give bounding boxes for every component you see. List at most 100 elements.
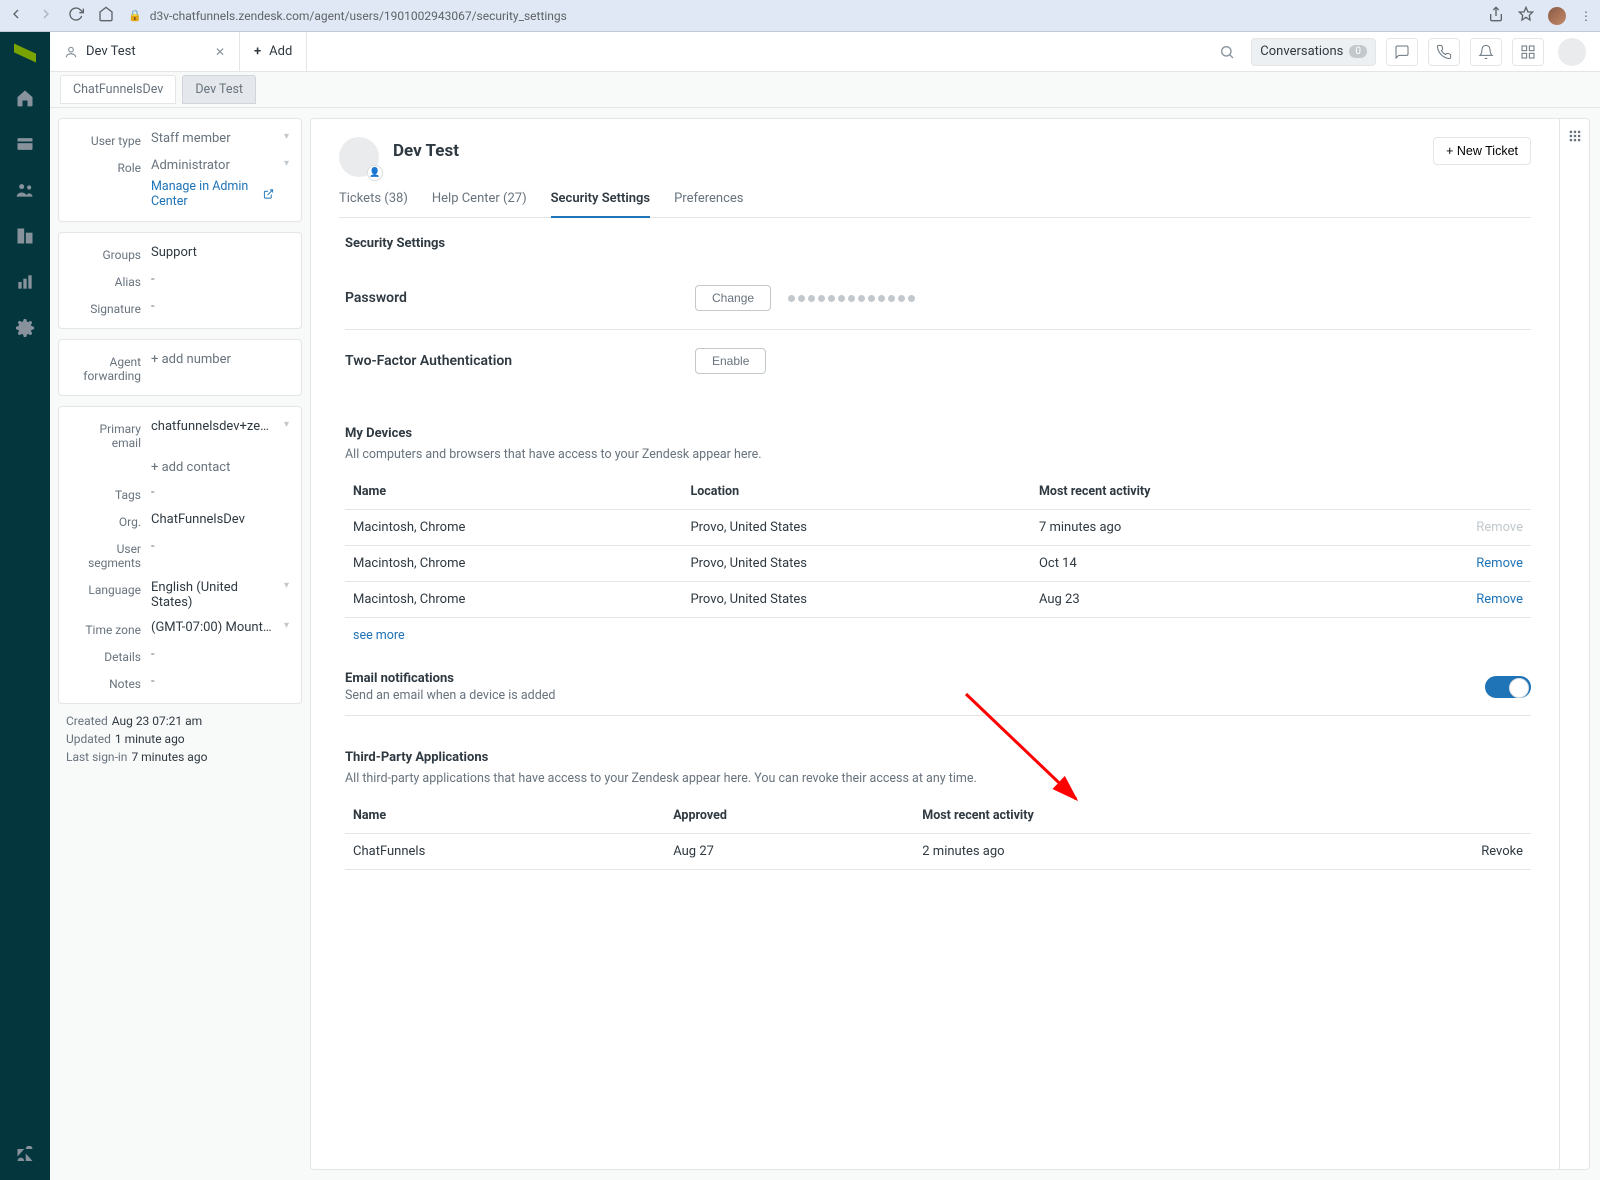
conversations-button[interactable]: Conversations 0	[1251, 38, 1376, 66]
email-notif-toggle[interactable]	[1485, 676, 1531, 698]
user-segments-label: User segments	[71, 539, 141, 570]
notes-label: Notes	[71, 674, 141, 691]
apps-col-approved: Approved	[665, 798, 914, 834]
home-nav-icon[interactable]	[13, 86, 37, 110]
zendesk-logo-icon[interactable]	[14, 40, 36, 65]
user-meta: CreatedAug 23 07:21 am Updated1 minute a…	[58, 714, 302, 768]
org-value[interactable]: ChatFunnelsDev	[151, 512, 289, 527]
share-icon[interactable]	[1488, 6, 1504, 25]
app-revoke-link[interactable]: Revoke	[1481, 844, 1523, 859]
orgs-nav-icon[interactable]	[13, 224, 37, 248]
signature-value[interactable]: -	[151, 299, 289, 314]
details-value[interactable]: -	[151, 647, 289, 662]
conversations-count: 0	[1349, 45, 1367, 58]
details-label: Details	[71, 647, 141, 664]
reports-nav-icon[interactable]	[13, 270, 37, 294]
lock-icon: 🔒	[128, 9, 142, 22]
reload-icon[interactable]	[68, 6, 84, 25]
app-approved: Aug 27	[665, 834, 914, 870]
tags-value[interactable]: -	[151, 485, 289, 500]
apps-grid-icon[interactable]	[1568, 129, 1582, 1169]
apps-col-action	[1339, 798, 1531, 834]
search-icon[interactable]	[1219, 44, 1235, 60]
devices-col-location: Location	[682, 474, 1031, 510]
app-name: ChatFunnels	[345, 834, 665, 870]
language-select[interactable]: English (United States)	[151, 580, 274, 610]
signature-label: Signature	[71, 299, 141, 316]
more-icon[interactable]: ⋮	[1580, 9, 1592, 23]
user-details-panel: User typeStaff member▾ RoleAdministrator…	[50, 108, 310, 1180]
workspace-tab-user-label: Dev Test	[86, 44, 136, 59]
chat-button[interactable]	[1386, 38, 1418, 66]
chevron-down-icon: ▾	[284, 620, 289, 631]
password-label: Password	[345, 290, 695, 306]
devices-table: Name Location Most recent activity Macin…	[345, 474, 1531, 618]
settings-nav-icon[interactable]	[13, 316, 37, 340]
close-tab-icon[interactable]: ✕	[215, 45, 225, 59]
workspace-tab-add[interactable]: + Add	[240, 32, 307, 71]
user-badge-icon: 👤	[367, 165, 383, 181]
enable-tfa-button[interactable]: Enable	[695, 348, 766, 374]
star-icon[interactable]	[1518, 6, 1534, 25]
apps-button[interactable]	[1512, 38, 1544, 66]
change-password-button[interactable]: Change	[695, 285, 771, 311]
agent-fwd-label: Agent forwarding	[71, 352, 141, 383]
apps-col-name: Name	[345, 798, 665, 834]
breadcrumb-user[interactable]: Dev Test	[182, 75, 256, 104]
forward-icon[interactable]	[38, 6, 54, 25]
devices-col-action	[1366, 474, 1531, 510]
tags-label: Tags	[71, 485, 141, 502]
add-contact-button[interactable]: + add contact	[151, 460, 289, 475]
app-activity: 2 minutes ago	[914, 834, 1338, 870]
alias-value[interactable]: -	[151, 272, 289, 287]
devices-title: My Devices	[345, 426, 1531, 441]
conversations-label: Conversations	[1260, 44, 1343, 59]
manage-admin-link[interactable]: Manage in Admin Center	[151, 179, 274, 209]
tab-preferences[interactable]: Preferences	[674, 191, 743, 217]
home-icon[interactable]	[98, 6, 114, 25]
browser-chrome: 🔒 d3v-chatfunnels.zendesk.com/agent/user…	[0, 0, 1600, 32]
user-segments-value[interactable]: -	[151, 539, 289, 554]
address-bar-url[interactable]: d3v-chatfunnels.zendesk.com/agent/users/…	[150, 9, 567, 23]
breadcrumb-org[interactable]: ChatFunnelsDev	[60, 75, 176, 104]
device-remove-link[interactable]: Remove	[1476, 556, 1523, 571]
tab-security-settings[interactable]: Security Settings	[551, 191, 650, 218]
tab-tickets[interactable]: Tickets (38)	[339, 191, 408, 217]
workspace-tab-user[interactable]: Dev Test ✕	[50, 32, 240, 71]
top-workspace-tabs: Dev Test ✕ + Add Conversations 0	[50, 32, 1600, 72]
role-select[interactable]: AdministratorManage in Admin Center	[151, 158, 274, 209]
phone-button[interactable]	[1428, 38, 1460, 66]
device-activity: Oct 14	[1031, 546, 1366, 582]
inbox-nav-icon[interactable]	[13, 132, 37, 156]
customers-nav-icon[interactable]	[13, 178, 37, 202]
devices-desc: All computers and browsers that have acc…	[345, 447, 1531, 462]
alias-label: Alias	[71, 272, 141, 289]
notifications-button[interactable]	[1470, 38, 1502, 66]
tfa-label: Two-Factor Authentication	[345, 353, 695, 369]
user-avatar: 👤	[339, 137, 379, 177]
zendesk-mark-icon[interactable]	[16, 1146, 34, 1164]
device-name: Macintosh, Chrome	[345, 546, 682, 582]
detail-tabs: Tickets (38) Help Center (27) Security S…	[339, 191, 1531, 218]
chrome-profile-avatar[interactable]	[1548, 7, 1566, 25]
apps-desc: All third-party applications that have a…	[345, 771, 1531, 786]
new-ticket-button[interactable]: + New Ticket	[1433, 137, 1531, 165]
device-remove-link[interactable]: Remove	[1476, 592, 1523, 607]
groups-value[interactable]: Support	[151, 245, 289, 260]
profile-avatar[interactable]	[1558, 38, 1586, 66]
timezone-select[interactable]: (GMT-07:00) Mountain Ti…	[151, 620, 274, 635]
tab-help-center[interactable]: Help Center (27)	[432, 191, 527, 217]
apps-col-activity: Most recent activity	[914, 798, 1338, 834]
see-more-devices[interactable]: see more	[345, 618, 413, 653]
password-mask-icon	[788, 295, 915, 302]
chevron-down-icon: ▾	[284, 419, 289, 430]
back-icon[interactable]	[8, 6, 24, 25]
user-type-select[interactable]: Staff member	[151, 131, 274, 146]
device-activity: 7 minutes ago	[1031, 510, 1366, 546]
device-remove-link: Remove	[1476, 520, 1523, 535]
agent-fwd-value[interactable]: + add number	[151, 352, 289, 367]
device-row: Macintosh, Chrome Provo, United States A…	[345, 582, 1531, 618]
notes-value[interactable]: -	[151, 674, 289, 689]
device-row: Macintosh, Chrome Provo, United States 7…	[345, 510, 1531, 546]
email-value[interactable]: chatfunnelsdev+zendes…	[151, 419, 274, 434]
